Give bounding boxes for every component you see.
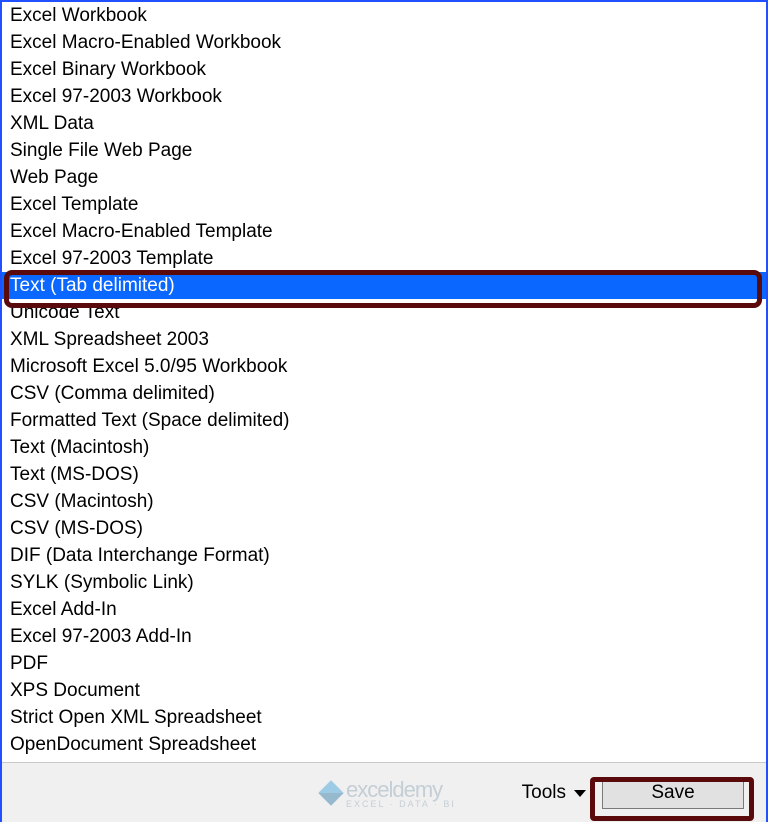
file-type-option[interactable]: XML Spreadsheet 2003 <box>2 326 766 353</box>
file-type-option[interactable]: CSV (MS-DOS) <box>2 515 766 542</box>
file-type-option[interactable]: PDF <box>2 650 766 677</box>
file-type-option[interactable]: XML Data <box>2 110 766 137</box>
file-type-option[interactable]: Text (MS-DOS) <box>2 461 766 488</box>
file-type-option[interactable]: Excel Binary Workbook <box>2 56 766 83</box>
file-type-option[interactable]: Web Page <box>2 164 766 191</box>
tools-dropdown[interactable]: Tools <box>522 782 586 804</box>
file-type-option[interactable]: Text (Macintosh) <box>2 434 766 461</box>
file-type-option[interactable]: Excel Macro-Enabled Workbook <box>2 29 766 56</box>
file-type-option[interactable]: Excel Template <box>2 191 766 218</box>
watermark-sub: EXCEL · DATA · BI <box>346 799 456 809</box>
file-type-option[interactable]: Strict Open XML Spreadsheet <box>2 704 766 731</box>
file-type-option[interactable]: Excel 97-2003 Workbook <box>2 83 766 110</box>
file-type-option[interactable]: DIF (Data Interchange Format) <box>2 542 766 569</box>
file-type-dropdown-list[interactable]: Excel WorkbookExcel Macro-Enabled Workbo… <box>2 2 766 762</box>
file-type-option[interactable]: SYLK (Symbolic Link) <box>2 569 766 596</box>
save-button[interactable]: Save <box>602 777 744 809</box>
file-type-option[interactable]: Excel Workbook <box>2 2 766 29</box>
watermark: exceldemy EXCEL · DATA · BI <box>322 777 456 809</box>
file-type-option[interactable]: Unicode Text <box>2 299 766 326</box>
save-button-label: Save <box>651 782 694 804</box>
save-as-dialog: Excel WorkbookExcel Macro-Enabled Workbo… <box>0 0 768 822</box>
file-type-option[interactable]: CSV (Comma delimited) <box>2 380 766 407</box>
file-type-option[interactable]: Microsoft Excel 5.0/95 Workbook <box>2 353 766 380</box>
file-type-option[interactable]: Excel Macro-Enabled Template <box>2 218 766 245</box>
watermark-name: exceldemy <box>346 777 442 802</box>
file-type-option[interactable]: Single File Web Page <box>2 137 766 164</box>
file-type-option[interactable]: Excel 97-2003 Template <box>2 245 766 272</box>
dialog-footer: exceldemy EXCEL · DATA · BI Tools Save <box>2 762 766 822</box>
file-type-option[interactable]: XPS Document <box>2 677 766 704</box>
file-type-option[interactable]: CSV (Macintosh) <box>2 488 766 515</box>
file-type-option[interactable]: OpenDocument Spreadsheet <box>2 731 766 758</box>
file-type-option[interactable]: Excel Add-In <box>2 596 766 623</box>
file-type-option[interactable]: Excel 97-2003 Add-In <box>2 623 766 650</box>
chevron-down-icon <box>574 790 586 797</box>
file-type-option[interactable]: Text (Tab delimited) <box>2 272 766 299</box>
watermark-logo-icon <box>318 780 343 805</box>
file-type-option[interactable]: Formatted Text (Space delimited) <box>2 407 766 434</box>
tools-label: Tools <box>522 782 566 804</box>
